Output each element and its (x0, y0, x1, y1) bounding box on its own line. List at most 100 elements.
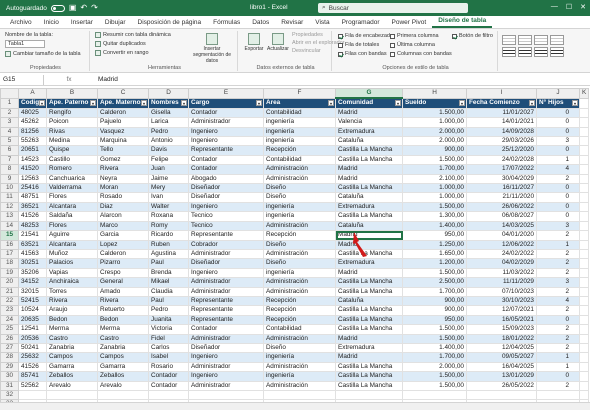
table-cell[interactable]: 32015 (18, 286, 47, 297)
table-cell[interactable]: Administración (263, 361, 336, 373)
table-cell[interactable]: 1.000,00 (402, 183, 467, 194)
empty-cell[interactable] (578, 248, 590, 260)
table-cell[interactable]: Extremadura (335, 126, 403, 138)
empty-cell[interactable] (578, 97, 590, 109)
opt-total-row[interactable]: Fila de totales (338, 42, 379, 48)
empty-cell[interactable] (578, 352, 590, 363)
empty-cell[interactable] (578, 230, 590, 241)
table-cell[interactable]: Calderon (97, 107, 149, 119)
table-cell[interactable]: Arevalo (97, 380, 149, 392)
table-cell[interactable]: 3 (536, 220, 580, 232)
table-cell[interactable]: 4 (536, 164, 580, 175)
table-cell[interactable]: Merma (46, 324, 98, 335)
row-number[interactable]: 3 (0, 117, 19, 128)
table-cell[interactable]: 85741 (18, 371, 47, 382)
insert-slicer-button[interactable]: Insertar segmentación de datos (188, 33, 236, 64)
table-cell[interactable]: Recepción (263, 145, 336, 156)
table-cell[interactable]: 1.300,00 (402, 211, 467, 222)
table-cell[interactable]: Madrid (335, 352, 403, 363)
empty-cell[interactable] (578, 136, 590, 147)
table-cell[interactable]: 2 (536, 342, 580, 354)
filter-dropdown-icon[interactable]: ▾ (328, 99, 334, 106)
table-cell[interactable]: 1.250,00 (402, 239, 467, 250)
table-cell[interactable]: Anchiraica (46, 277, 98, 288)
row-number[interactable]: 10 (0, 183, 19, 194)
table-cell[interactable]: Tello (97, 145, 149, 156)
empty-cell[interactable] (578, 371, 590, 382)
table-cell[interactable]: Crespo (97, 267, 149, 279)
table-cell[interactable]: 41526 (18, 361, 47, 373)
table-column-header[interactable]: Sueldo ▾ (402, 97, 467, 109)
table-cell[interactable]: Flores (46, 192, 98, 203)
table-cell[interactable]: 2 (536, 267, 580, 279)
checkbox-first-column[interactable] (390, 33, 395, 39)
table-cell[interactable]: Arevalo (46, 380, 98, 392)
table-cell[interactable]: Castro (46, 333, 98, 344)
table-style-swatch[interactable] (550, 47, 564, 57)
table-column-header[interactable]: Comunidad ▾ (335, 97, 403, 109)
empty-cell[interactable] (46, 389, 98, 401)
row-number[interactable]: 18 (0, 258, 19, 269)
table-cell[interactable]: 2.000,00 (402, 126, 467, 138)
table-cell[interactable]: 0 (536, 145, 580, 156)
empty-cell[interactable] (578, 183, 590, 194)
table-cell[interactable]: 24/02/2028 (466, 154, 537, 166)
column-header-f[interactable]: F (263, 88, 336, 99)
table-cell[interactable]: Carlos (148, 342, 189, 354)
row-number[interactable]: 1 (0, 97, 19, 109)
table-cell[interactable]: Muñoz (46, 248, 98, 260)
table-cell[interactable]: ingeniería (263, 352, 336, 363)
table-cell[interactable]: 0 (536, 211, 580, 222)
row-number[interactable]: 29 (0, 361, 19, 373)
row-number[interactable]: 4 (0, 126, 19, 138)
table-cell[interactable]: 81256 (18, 126, 47, 138)
table-cell[interactable]: 3 (536, 136, 580, 147)
table-cell[interactable]: Aguirre (46, 230, 98, 241)
resize-table-button[interactable]: Cambiar tamaño de la tabla (5, 51, 81, 57)
table-cell[interactable]: 1 (536, 239, 580, 250)
table-cell[interactable]: Juanita (148, 314, 189, 326)
row-number[interactable]: 25 (0, 324, 19, 335)
table-cell[interactable]: 12/07/2021 (466, 305, 537, 316)
convert-range-button[interactable]: Convertir en rango (95, 50, 149, 56)
table-cell[interactable]: Castilla La Mancha (335, 211, 403, 222)
table-cell[interactable]: Davis (148, 145, 189, 156)
table-cell[interactable]: ingeniería (263, 201, 336, 213)
maximize-icon[interactable]: ☐ (566, 3, 572, 11)
table-cell[interactable]: Abogado (188, 173, 264, 185)
empty-cell[interactable] (578, 145, 590, 156)
table-cell[interactable]: 1.500,00 (402, 380, 467, 392)
empty-cell[interactable] (97, 389, 149, 401)
table-cell[interactable]: 45262 (18, 117, 47, 128)
table-cell[interactable]: 1.500,00 (402, 371, 467, 382)
empty-cell[interactable] (578, 305, 590, 316)
row-number[interactable]: 23 (0, 305, 19, 316)
column-header-i[interactable]: I (466, 88, 537, 99)
table-cell[interactable]: 20635 (18, 314, 47, 326)
table-cell[interactable]: Romy (148, 220, 189, 232)
table-cell[interactable]: Ricardo (148, 230, 189, 241)
table-cell[interactable]: Araujo (46, 305, 98, 316)
table-cell[interactable]: 1.500,00 (402, 267, 467, 279)
table-cell[interactable]: 1.000,00 (402, 192, 467, 203)
table-cell[interactable]: Brenda (148, 267, 189, 279)
table-cell[interactable]: Zeballos (97, 371, 149, 382)
empty-cell[interactable] (578, 324, 590, 335)
table-cell[interactable]: Diseñador (188, 183, 264, 194)
table-cell[interactable]: 0 (536, 117, 580, 128)
table-cell[interactable]: Administración (263, 333, 336, 344)
table-cell[interactable]: 2 (536, 286, 580, 297)
table-cell[interactable]: 25632 (18, 352, 47, 363)
row-number[interactable]: 5 (0, 136, 19, 147)
table-cell[interactable]: Diseño (263, 183, 336, 194)
tab-datos[interactable]: Datos (246, 19, 275, 28)
table-cell[interactable]: Madrid (335, 267, 403, 279)
row-number[interactable]: 19 (0, 267, 19, 279)
table-cell[interactable]: Pajuelo (97, 117, 149, 128)
table-cell[interactable]: Contabilidad (263, 107, 336, 119)
table-cell[interactable]: 24/02/2022 (466, 248, 537, 260)
table-cell[interactable]: 0 (536, 371, 580, 382)
autosave-toggle[interactable] (50, 4, 65, 12)
table-cell[interactable]: 06/08/2027 (466, 211, 537, 222)
tab-insertar[interactable]: Insertar (65, 19, 99, 28)
